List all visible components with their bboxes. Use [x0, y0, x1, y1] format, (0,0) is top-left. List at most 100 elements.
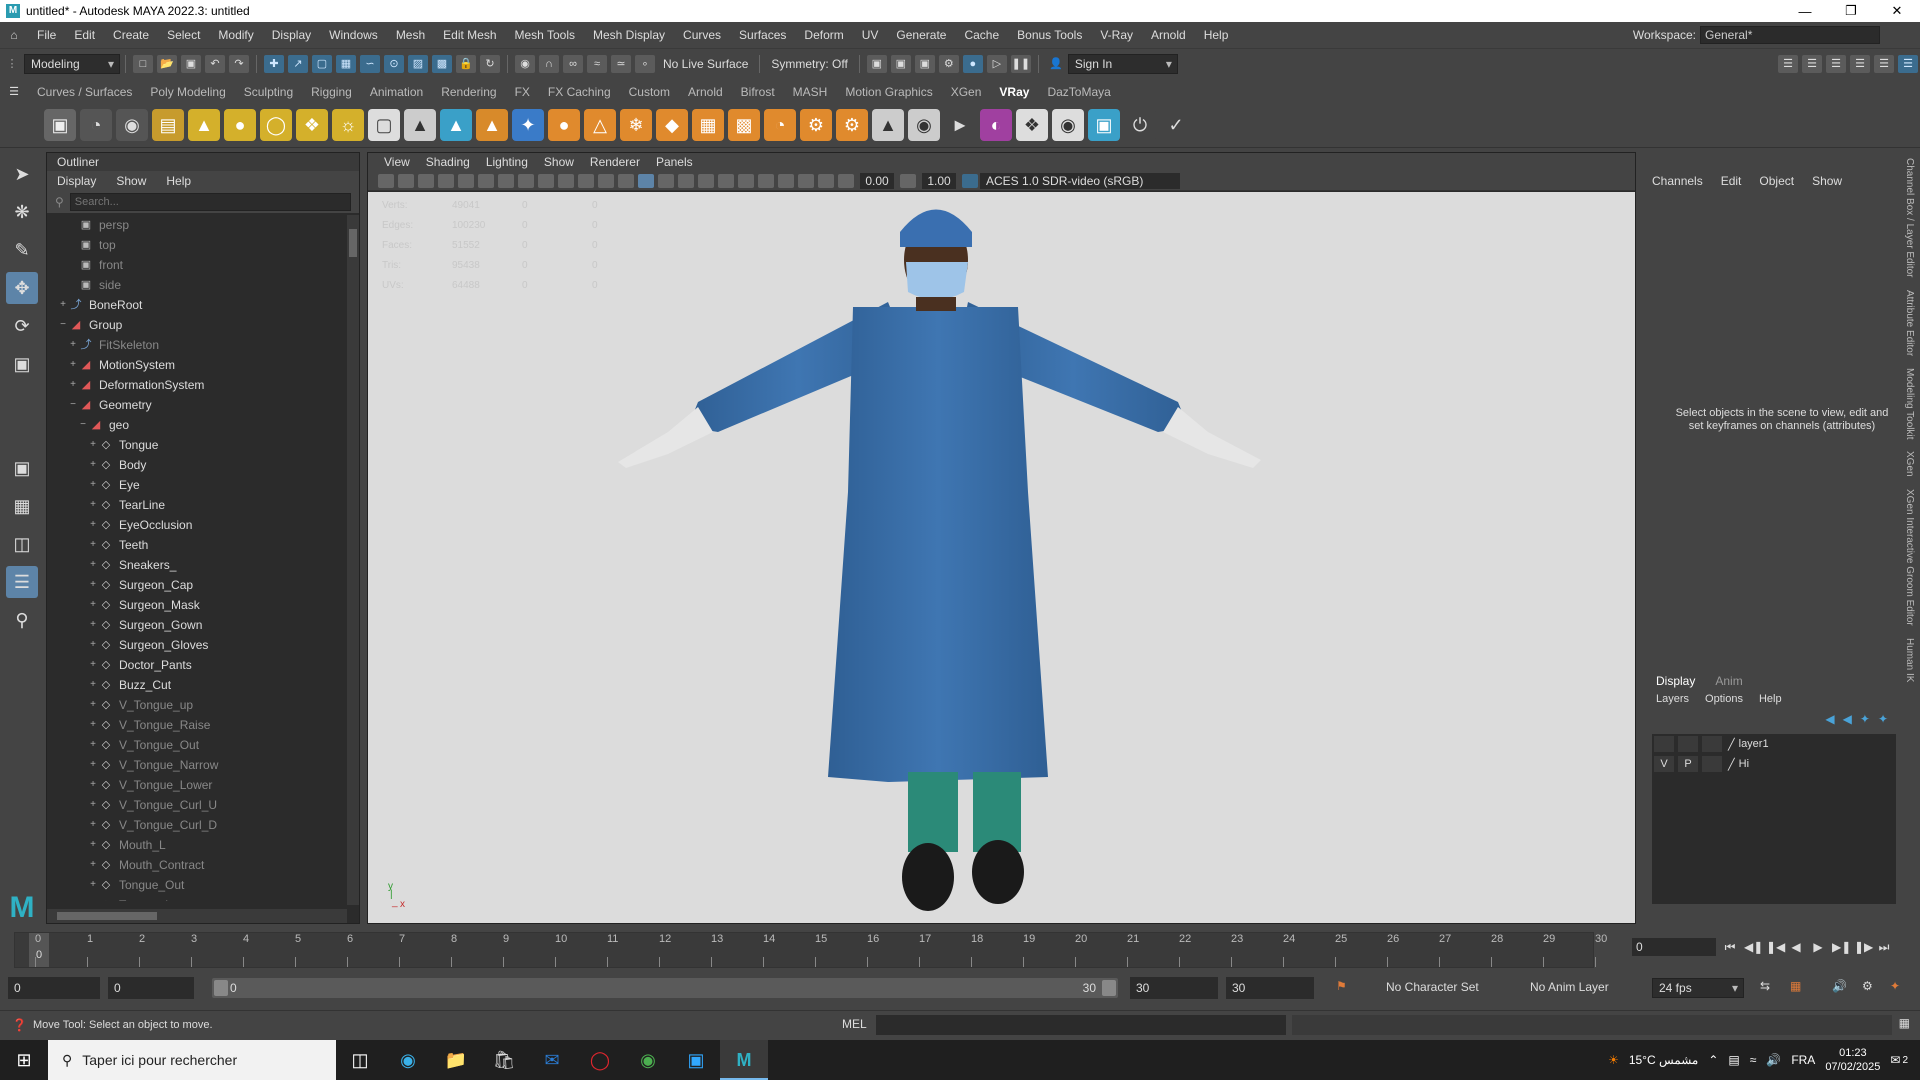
new-scene-icon[interactable]: □: [133, 54, 153, 73]
end-time-field[interactable]: 30: [1226, 977, 1314, 999]
time-slider-ticks[interactable]: 0 0 1 2 3 4 5 6 7 8 9 10 11 12 13 14 15 16 17 18 19 20 21 22 23…: [14, 932, 1607, 968]
search-options-icon[interactable]: ⚲: [55, 195, 64, 209]
shadows-icon[interactable]: [718, 173, 734, 188]
shelf-tab-arnold[interactable]: Arnold: [679, 82, 732, 102]
save-scene-icon[interactable]: ▣: [181, 54, 201, 73]
layer-editor-icon[interactable]: ☰: [1874, 54, 1894, 73]
expand-icon[interactable]: +: [87, 435, 99, 455]
fps-dropdown[interactable]: 24 fps: [1652, 978, 1744, 998]
viewport-menu-shading[interactable]: Shading: [418, 155, 478, 169]
expand-icon[interactable]: +: [87, 735, 99, 755]
wireframe-icon[interactable]: [618, 173, 634, 188]
menu-item-create[interactable]: Create: [104, 28, 158, 42]
menu-item-modify[interactable]: Modify: [209, 28, 262, 42]
vray-settings-icon[interactable]: ⚙: [836, 108, 868, 141]
layer-visibility-toggle[interactable]: V: [1654, 756, 1674, 772]
command-line-input[interactable]: [876, 1015, 1286, 1035]
lights-icon[interactable]: [698, 173, 714, 188]
right-tab-4[interactable]: XGen Interactive Groom Editor: [1904, 483, 1915, 632]
sound-icon[interactable]: 🔊: [1832, 979, 1847, 993]
vray-power-icon[interactable]: ⏻: [1124, 108, 1156, 141]
shelf-tab-daztomaya[interactable]: DazToMaya: [1038, 82, 1119, 102]
expand-icon[interactable]: +: [87, 695, 99, 715]
shelf-tab-poly-modeling[interactable]: Poly Modeling: [141, 82, 234, 102]
channel-box-menu-channels[interactable]: Channels: [1652, 174, 1703, 188]
menu-item-arnold[interactable]: Arnold: [1142, 28, 1195, 42]
outliner-row[interactable]: + ◇ Surgeon_Mask: [47, 595, 347, 615]
new-layer-selected-icon[interactable]: ✦: [1878, 712, 1888, 726]
surgeon-character-model[interactable]: [368, 192, 1635, 923]
menu-item-uv[interactable]: UV: [853, 28, 888, 42]
chrome-icon[interactable]: ◉: [624, 1040, 672, 1080]
right-tab-5[interactable]: Human IK: [1904, 632, 1915, 688]
single-view-icon[interactable]: ▣: [6, 452, 38, 484]
magnet-icon[interactable]: ∩: [539, 54, 559, 73]
shelf-tab-sculpting[interactable]: Sculpting: [235, 82, 302, 102]
outliner-row[interactable]: + ◇ Buzz_Cut: [47, 675, 347, 695]
outliner-row[interactable]: ▣ side: [47, 275, 347, 295]
ipr-render-icon[interactable]: ▣: [914, 54, 935, 73]
menu-item-cache[interactable]: Cache: [955, 28, 1008, 42]
render-frame-icon[interactable]: ▣: [890, 54, 911, 73]
redo-icon[interactable]: ↷: [229, 54, 249, 73]
outliner-vertical-scrollbar[interactable]: [347, 215, 359, 905]
file-explorer-icon[interactable]: 📁: [432, 1040, 480, 1080]
layer-edit-icon[interactable]: ╱: [1728, 758, 1735, 771]
outliner-row[interactable]: + ◇ V_Tongue_Narrow: [47, 755, 347, 775]
expand-icon[interactable]: +: [67, 355, 79, 375]
weather-text[interactable]: 15°C مشمس: [1629, 1053, 1699, 1067]
field-chart-icon[interactable]: [578, 173, 594, 188]
outliner-row[interactable]: ▣ front: [47, 255, 347, 275]
channel-box-menu-edit[interactable]: Edit: [1721, 174, 1742, 188]
expand-icon[interactable]: +: [87, 835, 99, 855]
isolate-select-icon[interactable]: [778, 173, 794, 188]
layer-row[interactable]: V P ╱ Hi: [1652, 754, 1896, 774]
snap-curve-icon[interactable]: ∽: [360, 54, 380, 73]
outliner-layout-icon[interactable]: ☰: [6, 566, 38, 598]
outliner-row[interactable]: + ◇ Doctor_Pants: [47, 655, 347, 675]
safe-action-icon[interactable]: [598, 173, 614, 188]
render-view-icon[interactable]: ▣: [866, 54, 887, 73]
snap-point-icon[interactable]: ⊙: [384, 54, 404, 73]
outliner-row[interactable]: + ◇ Tongue: [47, 435, 347, 455]
menu-item-mesh-display[interactable]: Mesh Display: [584, 28, 674, 42]
select-object-icon[interactable]: ↗: [288, 54, 308, 73]
viewport-menu-view[interactable]: View: [376, 155, 418, 169]
layer-menu-layers[interactable]: Layers: [1656, 690, 1689, 708]
expand-icon[interactable]: +: [87, 675, 99, 695]
xray-icon[interactable]: [798, 173, 814, 188]
exposure-field[interactable]: 0.00: [860, 172, 894, 189]
shelf-tab-bifrost[interactable]: Bifrost: [732, 82, 784, 102]
attribute-editor-icon[interactable]: ☰: [1802, 54, 1822, 73]
vray-clipper-icon[interactable]: ◆: [656, 108, 688, 141]
menu-item-help[interactable]: Help: [1195, 28, 1238, 42]
snap-align-icon[interactable]: ≈: [587, 54, 607, 73]
move-tool-icon[interactable]: ✥: [6, 272, 38, 304]
2d-pan-icon[interactable]: [458, 173, 474, 188]
shelf-tab-fx[interactable]: FX: [506, 82, 539, 102]
expand-icon[interactable]: +: [87, 615, 99, 635]
key-prefs-icon[interactable]: ✦: [1890, 979, 1900, 993]
snap-together-icon[interactable]: ∞: [563, 54, 583, 73]
color-management-icon[interactable]: [962, 173, 978, 188]
outliner-row[interactable]: + ◇ Mouth_L: [47, 835, 347, 855]
menu-item-mesh-tools[interactable]: Mesh Tools: [506, 28, 584, 42]
default-material-icon[interactable]: [658, 173, 674, 188]
vray-frame-buffer-icon[interactable]: ▤: [152, 108, 184, 141]
outliner-menu-display[interactable]: Display: [57, 174, 96, 188]
anim-end-field[interactable]: 30: [1130, 977, 1218, 999]
outliner-row[interactable]: + ◇ V_Tongue_Curl_D: [47, 815, 347, 835]
3d-scene[interactable]: Verts: 49041 0 0 Edges: 100230 0 0 Faces: 51552 0 0…: [368, 192, 1635, 923]
grease-pencil-icon[interactable]: [478, 173, 494, 188]
outliner-horizontal-scrollbar[interactable]: [47, 909, 347, 923]
modeling-toolkit-icon[interactable]: ☰: [1778, 54, 1798, 73]
shelf-tab-xgen[interactable]: XGen: [942, 82, 991, 102]
language-indicator[interactable]: FRA: [1791, 1053, 1815, 1067]
four-view-icon[interactable]: ▦: [6, 490, 38, 522]
minimize-icon[interactable]: —: [1782, 4, 1828, 19]
workspace-dropdown[interactable]: General*: [1700, 26, 1880, 44]
menu-item-select[interactable]: Select: [158, 28, 209, 42]
layer-visibility-toggle[interactable]: [1654, 736, 1674, 752]
snap-grid-icon[interactable]: ▦: [336, 54, 356, 73]
step-forward-key-icon[interactable]: ❚▶: [1854, 940, 1873, 954]
